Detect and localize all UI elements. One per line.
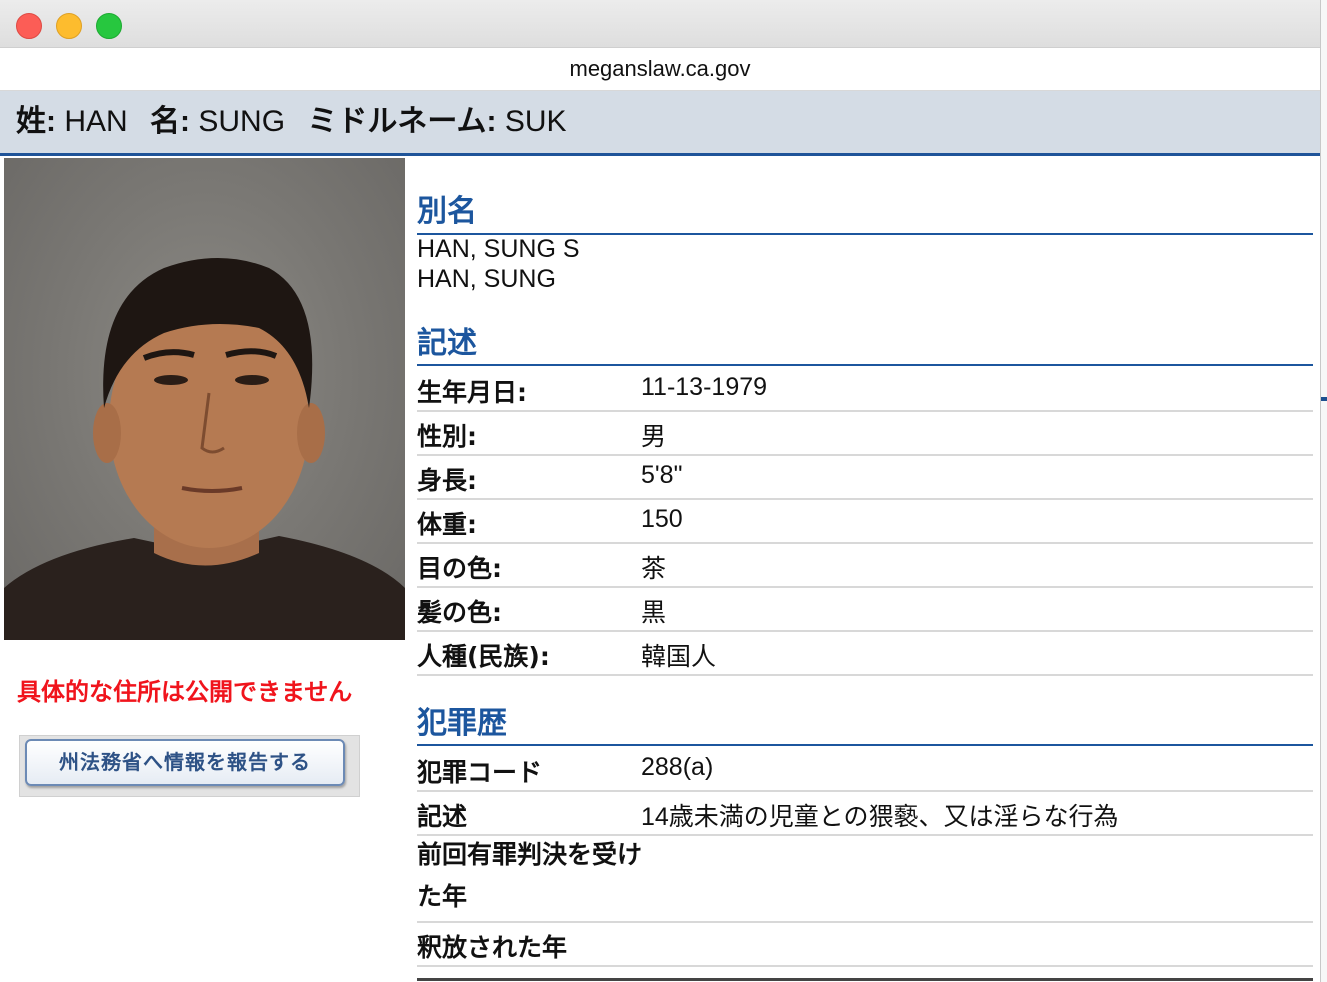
browser-window: meganslaw.ca.gov 姓: HAN 名: SUNG ミドルネーム: … bbox=[0, 0, 1321, 982]
offense-row-conviction-year: 前回有罪判決を受けた年 bbox=[417, 834, 1313, 923]
url-display[interactable]: meganslaw.ca.gov bbox=[0, 48, 1320, 91]
first-name-label: 名: bbox=[150, 105, 191, 138]
close-window-button[interactable] bbox=[16, 13, 42, 39]
last-name-label: 姓: bbox=[16, 105, 56, 138]
title-bar bbox=[0, 0, 1320, 48]
description-row-height: 身長: 5'8" bbox=[417, 454, 1313, 500]
row-value: 14歳未満の児童との猥褻、又は淫らな行為 bbox=[641, 803, 1119, 831]
alias-item: HAN, SUNG bbox=[417, 265, 556, 293]
report-button-container: 州法務省へ情報を報告する bbox=[19, 735, 360, 797]
row-value: 黒 bbox=[641, 599, 667, 627]
offense-row-release-year: 釈放された年 bbox=[417, 921, 1313, 967]
description-row-ethnicity: 人種(民族): 韓国人 bbox=[417, 630, 1313, 676]
last-name-value: HAN bbox=[64, 105, 128, 138]
background-marker bbox=[1320, 397, 1327, 401]
row-label: 釈放された年 bbox=[417, 933, 568, 962]
description-row-eye-color: 目の色: 茶 bbox=[417, 542, 1313, 588]
offender-photo bbox=[4, 158, 405, 640]
row-label: 前回有罪判決を受けた年 bbox=[417, 840, 643, 911]
report-to-doj-button[interactable]: 州法務省へ情報を報告する bbox=[25, 739, 345, 786]
description-row-dob: 生年月日: 11-13-1979 bbox=[417, 366, 1313, 412]
address-unavailable-warning: 具体的な住所は公開できません bbox=[17, 678, 353, 706]
row-value: 288(a) bbox=[641, 753, 714, 781]
row-value: 茶 bbox=[641, 555, 667, 583]
description-heading: 記述 bbox=[417, 318, 1313, 366]
table-bottom-border bbox=[417, 978, 1313, 981]
row-value: 5'8" bbox=[641, 461, 683, 489]
first-name-value: SUNG bbox=[198, 105, 286, 138]
alias-item: HAN, SUNG S bbox=[417, 235, 580, 263]
minimize-window-button[interactable] bbox=[56, 13, 82, 39]
row-label: 体重: bbox=[417, 510, 477, 539]
row-value: 男 bbox=[641, 423, 667, 451]
description-row-hair-color: 髪の色: 黒 bbox=[417, 586, 1313, 632]
offense-row-code: 犯罪コード 288(a) bbox=[417, 746, 1313, 792]
description-row-sex: 性別: 男 bbox=[417, 410, 1313, 456]
row-value: 11-13-1979 bbox=[641, 373, 768, 401]
row-label: 犯罪コード bbox=[417, 758, 543, 787]
middle-name-value: SUK bbox=[504, 105, 567, 138]
row-value: 150 bbox=[641, 505, 683, 533]
name-header: 姓: HAN 名: SUNG ミドルネーム: SUK bbox=[0, 91, 1320, 156]
row-value: 韓国人 bbox=[641, 643, 717, 671]
row-label: 目の色: bbox=[417, 554, 502, 583]
zoom-window-button[interactable] bbox=[96, 13, 122, 39]
row-label: 生年月日: bbox=[417, 378, 527, 407]
row-label: 身長: bbox=[417, 466, 477, 495]
row-label: 性別: bbox=[417, 422, 477, 451]
offense-row-description: 記述 14歳未満の児童との猥褻、又は淫らな行為 bbox=[417, 790, 1313, 836]
row-label: 記述 bbox=[417, 802, 468, 831]
middle-name-label: ミドルネーム: bbox=[307, 105, 497, 138]
aliases-heading: 別名 bbox=[417, 186, 1313, 235]
row-label: 髪の色: bbox=[417, 598, 502, 627]
offenses-heading: 犯罪歴 bbox=[417, 698, 1313, 746]
row-label: 人種(民族): bbox=[417, 642, 550, 671]
description-row-weight: 体重: 150 bbox=[417, 498, 1313, 544]
